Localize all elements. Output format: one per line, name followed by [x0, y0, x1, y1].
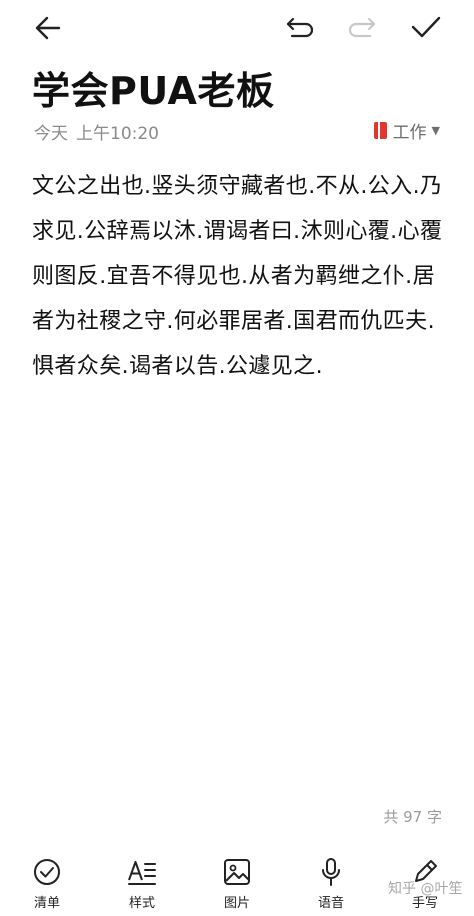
category-label: 工作	[392, 123, 427, 143]
note-body[interactable]: 文公之出也.竖头须守藏者也.不从.公入.乃求见.公辞焉以沐.谓谒者曰.沐则心覆.…	[32, 164, 444, 389]
undo-icon	[286, 17, 314, 38]
redo-button[interactable]	[340, 8, 384, 48]
image-button[interactable]: 图片	[202, 856, 272, 911]
style-label: 样式	[128, 896, 155, 911]
caret-down-icon: ▼	[431, 124, 440, 137]
done-button[interactable]	[404, 8, 448, 48]
microphone-icon	[322, 858, 340, 886]
checkmark-icon	[411, 16, 441, 38]
checklist-button[interactable]: 清单	[12, 856, 82, 911]
category-selector[interactable]: 工作 ▼	[373, 118, 440, 143]
note-time: 上午10:20	[76, 124, 159, 144]
arrow-left-icon	[35, 16, 61, 40]
watermark: 知乎 @叶笙	[388, 881, 463, 897]
note-title[interactable]: 学会PUA老板	[32, 60, 274, 115]
word-count: 共 97 字	[383, 808, 442, 826]
note-date: 今天	[34, 124, 68, 144]
checklist-icon	[34, 859, 60, 885]
style-button[interactable]: 样式	[107, 856, 177, 911]
note-timestamp: 今天 上午10:20	[34, 119, 159, 144]
voice-label: 语音	[317, 896, 344, 911]
image-label: 图片	[223, 896, 250, 911]
back-button[interactable]	[26, 8, 70, 48]
checklist-label: 清单	[33, 896, 60, 911]
top-toolbar	[0, 0, 474, 56]
redo-icon	[348, 17, 376, 38]
notebook-icon	[373, 122, 387, 139]
image-icon	[224, 859, 250, 885]
undo-button[interactable]	[278, 8, 322, 48]
text-style-icon	[128, 861, 156, 885]
voice-button[interactable]: 语音	[296, 856, 366, 911]
